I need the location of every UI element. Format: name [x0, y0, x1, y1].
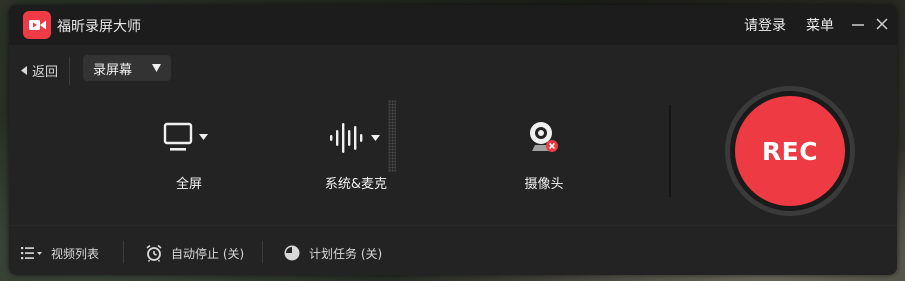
- audio-source-label: 系统&麦克: [324, 177, 388, 192]
- webcam-icon: [530, 122, 558, 152]
- auto-stop-button[interactable]: 自动停止 (关): [145, 243, 244, 263]
- app-window: 福昕录屏大师 请登录 菜单 返回 录屏幕 全屏 系统&麦克 摄像头 REC 视频…: [9, 5, 897, 275]
- screen-source-label: 全屏: [175, 177, 202, 192]
- schedule-task-button[interactable]: 计划任务 (关): [283, 243, 382, 263]
- minimize-button[interactable]: [851, 16, 865, 32]
- list-icon: [21, 247, 42, 260]
- bottom-bar: 视频列表 自动停止 (关) 计划任务 (关): [9, 229, 897, 275]
- camera-source-label: 摄像头: [524, 177, 564, 192]
- screen-source[interactable]: 全屏: [129, 117, 249, 197]
- app-logo-icon: [23, 11, 51, 39]
- back-label: 返回: [32, 64, 59, 80]
- soundwave-icon: [330, 123, 380, 153]
- drag-handle[interactable]: [388, 100, 396, 172]
- record-mode-value: 录屏幕: [93, 62, 133, 78]
- close-button[interactable]: [875, 16, 889, 32]
- back-arrow-icon: [21, 65, 27, 75]
- audio-source[interactable]: 系统&麦克: [291, 117, 421, 197]
- alarm-clock-icon: [146, 244, 162, 262]
- login-button[interactable]: 请登录: [744, 15, 786, 35]
- video-list-label: 视频列表: [51, 246, 100, 261]
- title-bar: 福昕录屏大师 请登录 菜单: [9, 5, 897, 45]
- bottom-separator: [262, 241, 263, 263]
- record-button[interactable]: REC: [735, 96, 845, 206]
- monitor-icon: [163, 122, 208, 151]
- minimize-icon: [852, 24, 864, 26]
- pie-clock-icon: [284, 245, 300, 261]
- schedule-task-label: 计划任务 (关): [309, 246, 383, 261]
- auto-stop-label: 自动停止 (关): [171, 246, 245, 261]
- bottom-separator: [123, 241, 124, 263]
- close-icon: [876, 18, 888, 30]
- chevron-down-icon: [152, 64, 161, 72]
- bottom-divider: [9, 225, 897, 226]
- back-button[interactable]: 返回: [21, 60, 58, 80]
- app-title: 福昕录屏大师: [57, 19, 141, 35]
- record-mode-select[interactable]: 录屏幕: [83, 55, 171, 81]
- camera-source[interactable]: 摄像头: [479, 117, 609, 197]
- section-divider: [669, 105, 671, 197]
- video-list-button[interactable]: 视频列表: [21, 243, 99, 263]
- toolbar-divider: [69, 57, 70, 85]
- menu-button[interactable]: 菜单: [806, 15, 834, 35]
